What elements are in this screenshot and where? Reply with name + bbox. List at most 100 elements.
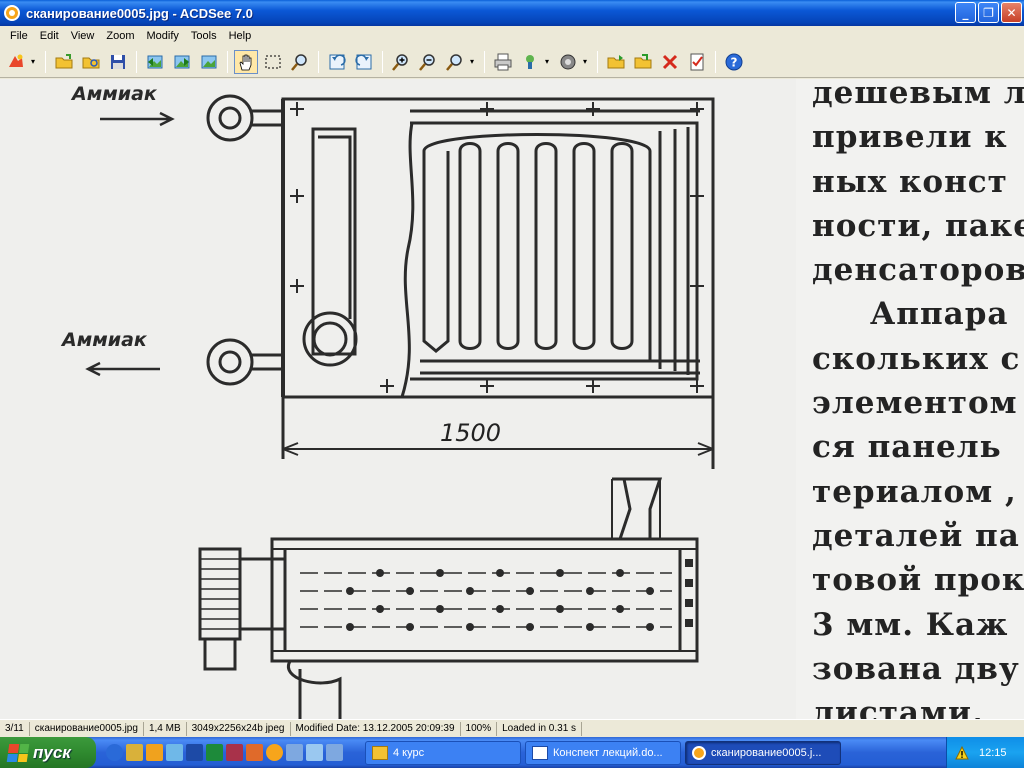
select-tool-icon[interactable]: [261, 50, 285, 74]
winamp-icon[interactable]: [126, 744, 143, 761]
quick-launch: [106, 744, 343, 761]
inlet-label: Аммиак: [72, 83, 157, 105]
status-loaded: Loaded in 0.31 s: [497, 721, 583, 736]
acdsee-app-icon[interactable]: [4, 5, 20, 21]
slideshow-dropdown-icon[interactable]: ▾: [583, 57, 591, 66]
acquire-icon[interactable]: [4, 50, 28, 74]
toolbar-divider: [136, 50, 137, 73]
ie-icon[interactable]: [106, 744, 123, 761]
menu-view[interactable]: View: [65, 30, 101, 42]
text-line: ности, паке: [812, 207, 1024, 244]
text-line: 3 мм. Каж: [812, 606, 1009, 643]
toolbar: ▾ ▾ ▾ ▾ ?: [0, 46, 1024, 78]
text-line: товой прок: [812, 562, 1024, 599]
rotate-left-icon[interactable]: [325, 50, 349, 74]
user2-icon[interactable]: [326, 744, 343, 761]
paint-icon[interactable]: [246, 744, 263, 761]
wallpaper-icon[interactable]: [518, 50, 542, 74]
toolbar-divider: [484, 50, 485, 73]
menu-edit[interactable]: Edit: [34, 30, 65, 42]
warning-tray-icon[interactable]: [955, 745, 969, 760]
next-image-icon[interactable]: [170, 50, 194, 74]
status-zoom: 100%: [461, 721, 498, 736]
toolbar-divider: [597, 50, 598, 73]
svg-text:?: ?: [731, 55, 738, 69]
previous-image-icon[interactable]: [143, 50, 167, 74]
window-title: сканирование0005.jpg - ACDSee 7.0: [26, 5, 253, 21]
zoom-tool-icon[interactable]: [288, 50, 312, 74]
access-icon[interactable]: [226, 744, 243, 761]
image-viewer[interactable]: Аммиак Аммиак 1500 дешевым л привели к н…: [0, 79, 1024, 719]
system-tray: 12:15: [946, 737, 1024, 768]
scanned-text-column: дешевым л привели к ных конст ности, пак…: [812, 79, 1024, 719]
acdsee-app-icon: [692, 745, 706, 760]
minimize-button[interactable]: _: [955, 2, 976, 23]
text-line: зована дву: [812, 650, 1020, 687]
user-icon[interactable]: [286, 744, 303, 761]
text-line: элементом: [812, 385, 1018, 422]
zoom-menu-icon[interactable]: [443, 50, 467, 74]
text-line: Аппара: [870, 296, 1009, 333]
task-acdsee[interactable]: сканирование0005.j...: [685, 740, 841, 765]
status-bar: 3/11 сканирование0005.jpg 1,4 MB 3049x22…: [0, 719, 1024, 737]
window-controls: _ ❐ ✕: [955, 2, 1022, 23]
menu-help[interactable]: Help: [223, 30, 258, 42]
toolbar-divider: [715, 50, 716, 73]
menu-modify[interactable]: Modify: [140, 30, 184, 42]
copy-to-folder-icon[interactable]: [604, 50, 628, 74]
folder-icon: [372, 745, 388, 760]
acquire-dropdown-icon[interactable]: ▾: [31, 57, 39, 66]
text-line: листами,: [812, 695, 984, 719]
toolbar-divider: [227, 50, 228, 73]
zoom-out-icon[interactable]: [416, 50, 440, 74]
zoom-dropdown-icon[interactable]: ▾: [470, 57, 478, 66]
hand-tool-icon[interactable]: [234, 49, 258, 74]
task-konspekt[interactable]: Конспект лекций.do...: [525, 740, 681, 765]
scanned-page-image: Аммиак Аммиак 1500 дешевым л привели к н…: [0, 79, 1024, 719]
excel-icon[interactable]: [206, 744, 223, 761]
zoom-in-icon[interactable]: [389, 50, 413, 74]
outlook-icon[interactable]: [146, 744, 163, 761]
start-button[interactable]: пуск: [0, 737, 96, 768]
dimension-label: 1500: [440, 419, 502, 447]
text-line: скольких с: [812, 340, 1021, 377]
text-line: териалом ,: [812, 473, 1017, 510]
start-label: пуск: [33, 742, 71, 762]
print-icon[interactable]: [491, 50, 515, 74]
close-button[interactable]: ✕: [1001, 2, 1022, 23]
clock[interactable]: 12:15: [979, 747, 1007, 759]
browse-icon[interactable]: [79, 50, 103, 74]
net-icon[interactable]: [166, 744, 183, 761]
windows-logo-icon: [6, 743, 30, 762]
move-to-folder-icon[interactable]: [631, 50, 655, 74]
slideshow-icon[interactable]: [556, 50, 580, 74]
task-4-kurs[interactable]: 4 курс: [365, 740, 521, 765]
network-icon[interactable]: [306, 744, 323, 761]
acdsee-icon[interactable]: [266, 744, 283, 761]
help-icon[interactable]: ?: [722, 50, 746, 74]
word-doc-icon: [532, 745, 548, 760]
status-filesize: 1,4 MB: [144, 721, 187, 736]
maximize-button[interactable]: ❐: [978, 2, 999, 23]
status-index: 3/11: [0, 721, 30, 736]
fullscreen-icon[interactable]: [197, 50, 221, 74]
wallpaper-dropdown-icon[interactable]: ▾: [545, 57, 553, 66]
menu-file[interactable]: File: [4, 30, 34, 42]
properties-icon[interactable]: [685, 50, 709, 74]
task-label: Конспект лекций.do...: [553, 746, 663, 759]
title-bar: сканирование0005.jpg - ACDSee 7.0 _ ❐ ✕: [0, 0, 1024, 26]
text-line: привели к: [812, 119, 1008, 156]
text-line: деталей па: [812, 517, 1020, 554]
taskbar: пуск 4 курс Конспект лекций.do... сканир…: [0, 737, 1024, 768]
toolbar-divider: [45, 50, 46, 73]
rotate-right-icon[interactable]: [352, 50, 376, 74]
text-line: денсаторов: [812, 252, 1024, 289]
open-folder-icon[interactable]: [52, 50, 76, 74]
text-line: дешевым л: [812, 79, 1024, 111]
menu-zoom[interactable]: Zoom: [100, 30, 140, 42]
task-label: 4 курс: [393, 746, 425, 759]
delete-icon[interactable]: [658, 50, 682, 74]
menu-tools[interactable]: Tools: [185, 30, 223, 42]
save-icon[interactable]: [106, 50, 130, 74]
word-icon[interactable]: [186, 744, 203, 761]
